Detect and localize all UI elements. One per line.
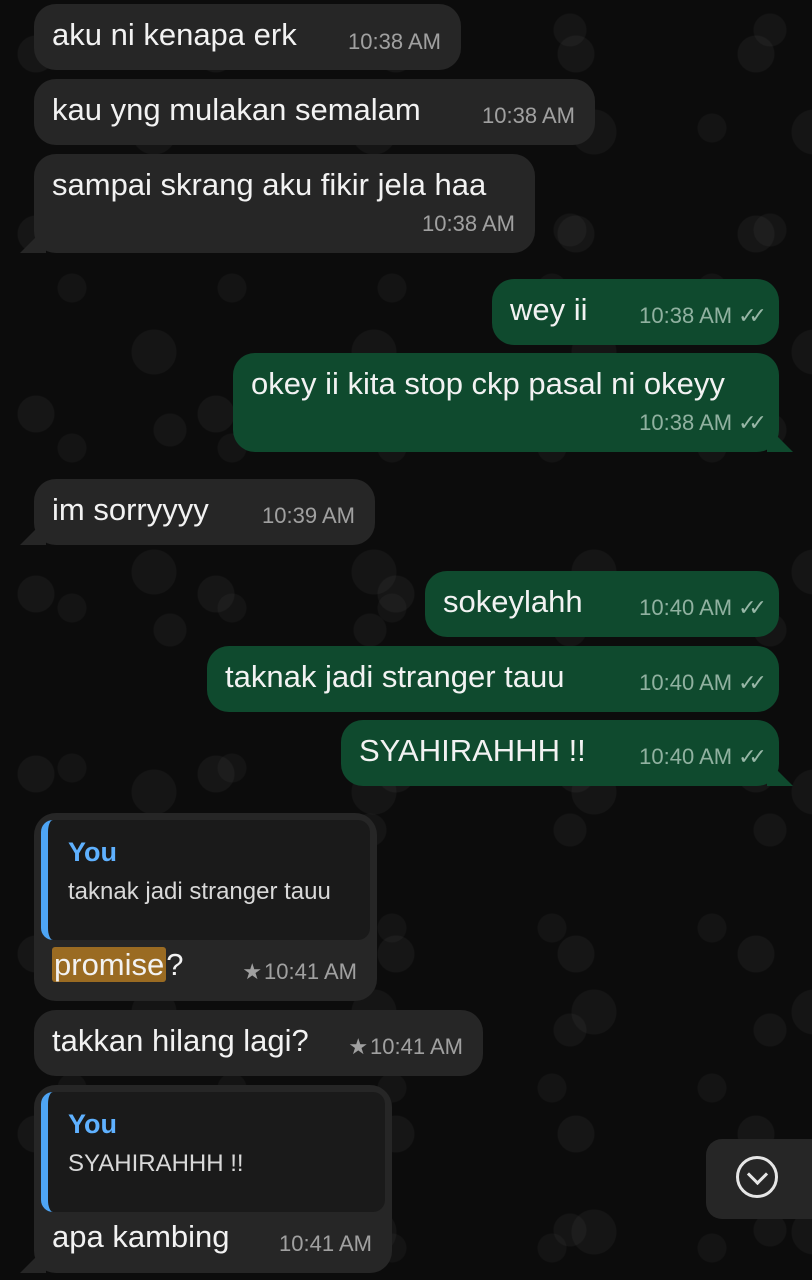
message-text: sokeylahh: [443, 584, 583, 619]
message-bubble-incoming-reply[interactable]: You SYAHIRAHHH !! apa kambing 10:41 AM: [34, 1085, 392, 1273]
message-text: SYAHIRAHHH !!: [359, 733, 586, 768]
message-time: 10:41 AM: [264, 959, 357, 984]
message-bubble-incoming[interactable]: takkan hilang lagi? ★10:41 AM: [34, 1010, 483, 1076]
message-text: aku ni kenapa erk: [52, 17, 297, 52]
chat-view[interactable]: aku ni kenapa erk 10:38 AM kau yng mulak…: [0, 0, 812, 1280]
quoted-message[interactable]: You taknak jadi stranger tauu: [41, 820, 370, 940]
message-timestamp: 10:40 AM ✓✓: [639, 589, 767, 627]
message-text: taknak jadi stranger tauu: [225, 659, 565, 694]
message-bubble-outgoing[interactable]: SYAHIRAHHH !! 10:40 AM ✓✓: [341, 720, 779, 786]
message-text: wey ii: [510, 292, 588, 327]
message-timestamp: 10:39 AM: [262, 503, 355, 528]
message-timestamp: 10:40 AM ✓✓: [639, 664, 767, 702]
message-text: apa kambing: [52, 1219, 230, 1254]
message-timestamp: 10:40 AM ✓✓: [639, 738, 767, 776]
quoted-text: taknak jadi stranger tauu: [68, 878, 331, 905]
message-bubble-outgoing[interactable]: okey ii kita stop ckp pasal ni okeyy 10:…: [233, 353, 779, 452]
message-text: sampai skrang aku fikir jela haa: [52, 167, 487, 202]
double-check-icon: ✓✓: [738, 670, 767, 695]
double-check-icon: ✓✓: [738, 744, 767, 769]
message-bubble-incoming[interactable]: kau yng mulakan semalam 10:38 AM: [34, 79, 595, 145]
star-icon: ★: [242, 959, 263, 984]
search-highlight: promise: [52, 947, 167, 982]
message-bubble-outgoing[interactable]: taknak jadi stranger tauu 10:40 AM ✓✓: [207, 646, 779, 712]
message-timestamp: 10:38 AM: [422, 211, 515, 236]
message-time: 10:40 AM: [639, 595, 733, 620]
message-timestamp: 10:38 AM: [482, 103, 575, 128]
message-time: 10:38 AM: [639, 410, 733, 435]
message-bubble-incoming[interactable]: im sorryyyy 10:39 AM: [34, 479, 375, 545]
message-time: 10:40 AM: [639, 670, 733, 695]
message-timestamp: 10:38 AM ✓✓: [639, 297, 767, 335]
quoted-message[interactable]: You SYAHIRAHHH !!: [41, 1092, 385, 1212]
message-timestamp: ★10:41 AM: [348, 1028, 463, 1066]
quoted-author: You: [68, 837, 117, 867]
quoted-text: SYAHIRAHHH !!: [68, 1150, 244, 1177]
message-timestamp: 10:38 AM: [348, 29, 441, 54]
message-bubble-incoming-reply[interactable]: You taknak jadi stranger tauu promise? ★…: [34, 813, 377, 1001]
message-text: takkan hilang lagi?: [52, 1023, 309, 1058]
double-check-icon: ✓✓: [738, 303, 767, 328]
message-time: 10:40 AM: [639, 744, 733, 769]
message-bubble-outgoing[interactable]: sokeylahh 10:40 AM ✓✓: [425, 571, 779, 637]
quoted-author: You: [68, 1109, 117, 1139]
message-time: 10:41 AM: [370, 1034, 463, 1059]
double-check-icon: ✓✓: [738, 595, 767, 620]
double-check-icon: ✓✓: [738, 410, 767, 435]
message-timestamp: 10:38 AM ✓✓: [639, 404, 767, 442]
message-bubble-outgoing[interactable]: wey ii 10:38 AM ✓✓: [492, 279, 779, 345]
message-bubble-incoming[interactable]: sampai skrang aku fikir jela haa 10:38 A…: [34, 154, 535, 253]
message-time: 10:38 AM: [639, 303, 733, 328]
message-timestamp: ★10:41 AM: [242, 953, 357, 991]
chevron-down-circle-icon: [736, 1156, 778, 1198]
star-icon: ★: [348, 1034, 369, 1059]
message-text: im sorryyyy: [52, 492, 209, 527]
message-bubble-incoming[interactable]: aku ni kenapa erk 10:38 AM: [34, 4, 461, 70]
message-text: okey ii kita stop ckp pasal ni okeyy: [251, 366, 725, 401]
message-timestamp: 10:41 AM: [279, 1231, 372, 1256]
message-text: ?: [166, 947, 184, 982]
message-text: kau yng mulakan semalam: [52, 92, 421, 127]
scroll-to-bottom-button[interactable]: [706, 1139, 812, 1219]
